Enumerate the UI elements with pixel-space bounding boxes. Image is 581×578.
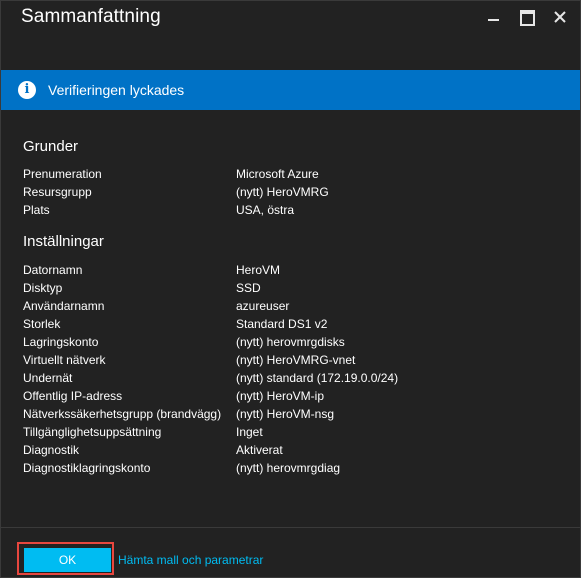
section-heading-basics: Grunder (23, 138, 79, 155)
summary-row: Plats USA, östra (23, 201, 563, 219)
summary-row: Användarnamn azureuser (23, 297, 563, 315)
summary-row-label: Användarnamn (23, 299, 105, 313)
section-heading-settings: Inställningar (23, 233, 104, 250)
summary-row: Resursgrupp (nytt) HeroVMRG (23, 183, 563, 201)
summary-row-label: Prenumeration (23, 167, 102, 181)
summary-row-value: Microsoft Azure (236, 167, 319, 181)
summary-row: Disktyp SSD (23, 279, 563, 297)
summary-row-value: (nytt) herovmrgdisks (236, 335, 345, 349)
blade-header: Sammanfattning (1, 1, 580, 35)
summary-row: Diagnostik Aktiverat (23, 441, 563, 459)
summary-row-label: Undernät (23, 371, 73, 385)
window-controls (473, 8, 572, 26)
summary-row: Nätverkssäkerhetsgrupp (brandvägg) (nytt… (23, 405, 563, 423)
summary-row-value: azureuser (236, 299, 290, 313)
validation-banner: i Verifieringen lyckades (1, 70, 580, 110)
summary-row-label: Disktyp (23, 281, 63, 295)
summary-row: Tillgänglighetsuppsättning Inget (23, 423, 563, 441)
maximize-button[interactable] (515, 8, 539, 26)
minimize-icon (488, 19, 499, 21)
summary-row-label: Resursgrupp (23, 185, 92, 199)
close-button[interactable] (548, 8, 572, 26)
validation-message: Verifieringen lyckades (48, 82, 185, 98)
info-icon: i (18, 81, 36, 99)
summary-row-value: (nytt) HeroVM-nsg (236, 407, 335, 421)
summary-row: Prenumeration Microsoft Azure (23, 165, 563, 183)
summary-row-value: Inget (236, 425, 263, 439)
summary-row: Undernät (nytt) standard (172.19.0.0/24) (23, 369, 563, 387)
footer-divider (1, 527, 580, 528)
download-template-link[interactable]: Hämta mall och parametrar (118, 553, 263, 567)
summary-row: Virtuellt nätverk (nytt) HeroVMRG-vnet (23, 351, 563, 369)
maximize-icon (520, 10, 535, 26)
summary-row-value: SSD (236, 281, 261, 295)
summary-row: Lagringskonto (nytt) herovmrgdisks (23, 333, 563, 351)
summary-row-value: Aktiverat (236, 443, 283, 457)
summary-row-value: USA, östra (236, 203, 295, 217)
summary-row-label: Plats (23, 203, 50, 217)
summary-row-value: (nytt) HeroVMRG (236, 185, 329, 199)
summary-row-label: Diagnostiklagringskonto (23, 461, 151, 475)
summary-row: Offentlig IP-adress (nytt) HeroVM-ip (23, 387, 563, 405)
summary-row: Datornamn HeroVM (23, 261, 563, 279)
summary-blade: Sammanfattning i Verifieringen lyckades … (0, 0, 581, 578)
summary-row-value: (nytt) HeroVMRG-vnet (236, 353, 356, 367)
blade-title: Sammanfattning (21, 6, 161, 27)
summary-row-value: (nytt) herovmrgdiag (236, 461, 341, 475)
summary-row: Storlek Standard DS1 v2 (23, 315, 563, 333)
close-icon (554, 11, 566, 23)
summary-row-value: HeroVM (236, 263, 281, 277)
summary-row-label: Nätverkssäkerhetsgrupp (brandvägg) (23, 407, 222, 421)
summary-row-value: Standard DS1 v2 (236, 317, 328, 331)
ok-button[interactable]: OK (24, 548, 111, 572)
summary-row-label: Offentlig IP-adress (23, 389, 123, 403)
summary-row-label: Lagringskonto (23, 335, 99, 349)
summary-row-value: (nytt) HeroVM-ip (236, 389, 325, 403)
summary-row-label: Datornamn (23, 263, 83, 277)
summary-row-label: Virtuellt nätverk (23, 353, 106, 367)
summary-row-value: (nytt) standard (172.19.0.0/24) (236, 371, 399, 385)
settings-list: Datornamn HeroVM Disktyp SSD Användarnam… (23, 261, 563, 477)
minimize-button[interactable] (482, 8, 506, 26)
summary-row-label: Storlek (23, 317, 61, 331)
summary-row: Diagnostiklagringskonto (nytt) herovmrgd… (23, 459, 563, 477)
summary-row-label: Tillgänglighetsuppsättning (23, 425, 162, 439)
basics-list: Prenumeration Microsoft Azure Resursgrup… (23, 165, 563, 219)
summary-row-label: Diagnostik (23, 443, 80, 457)
